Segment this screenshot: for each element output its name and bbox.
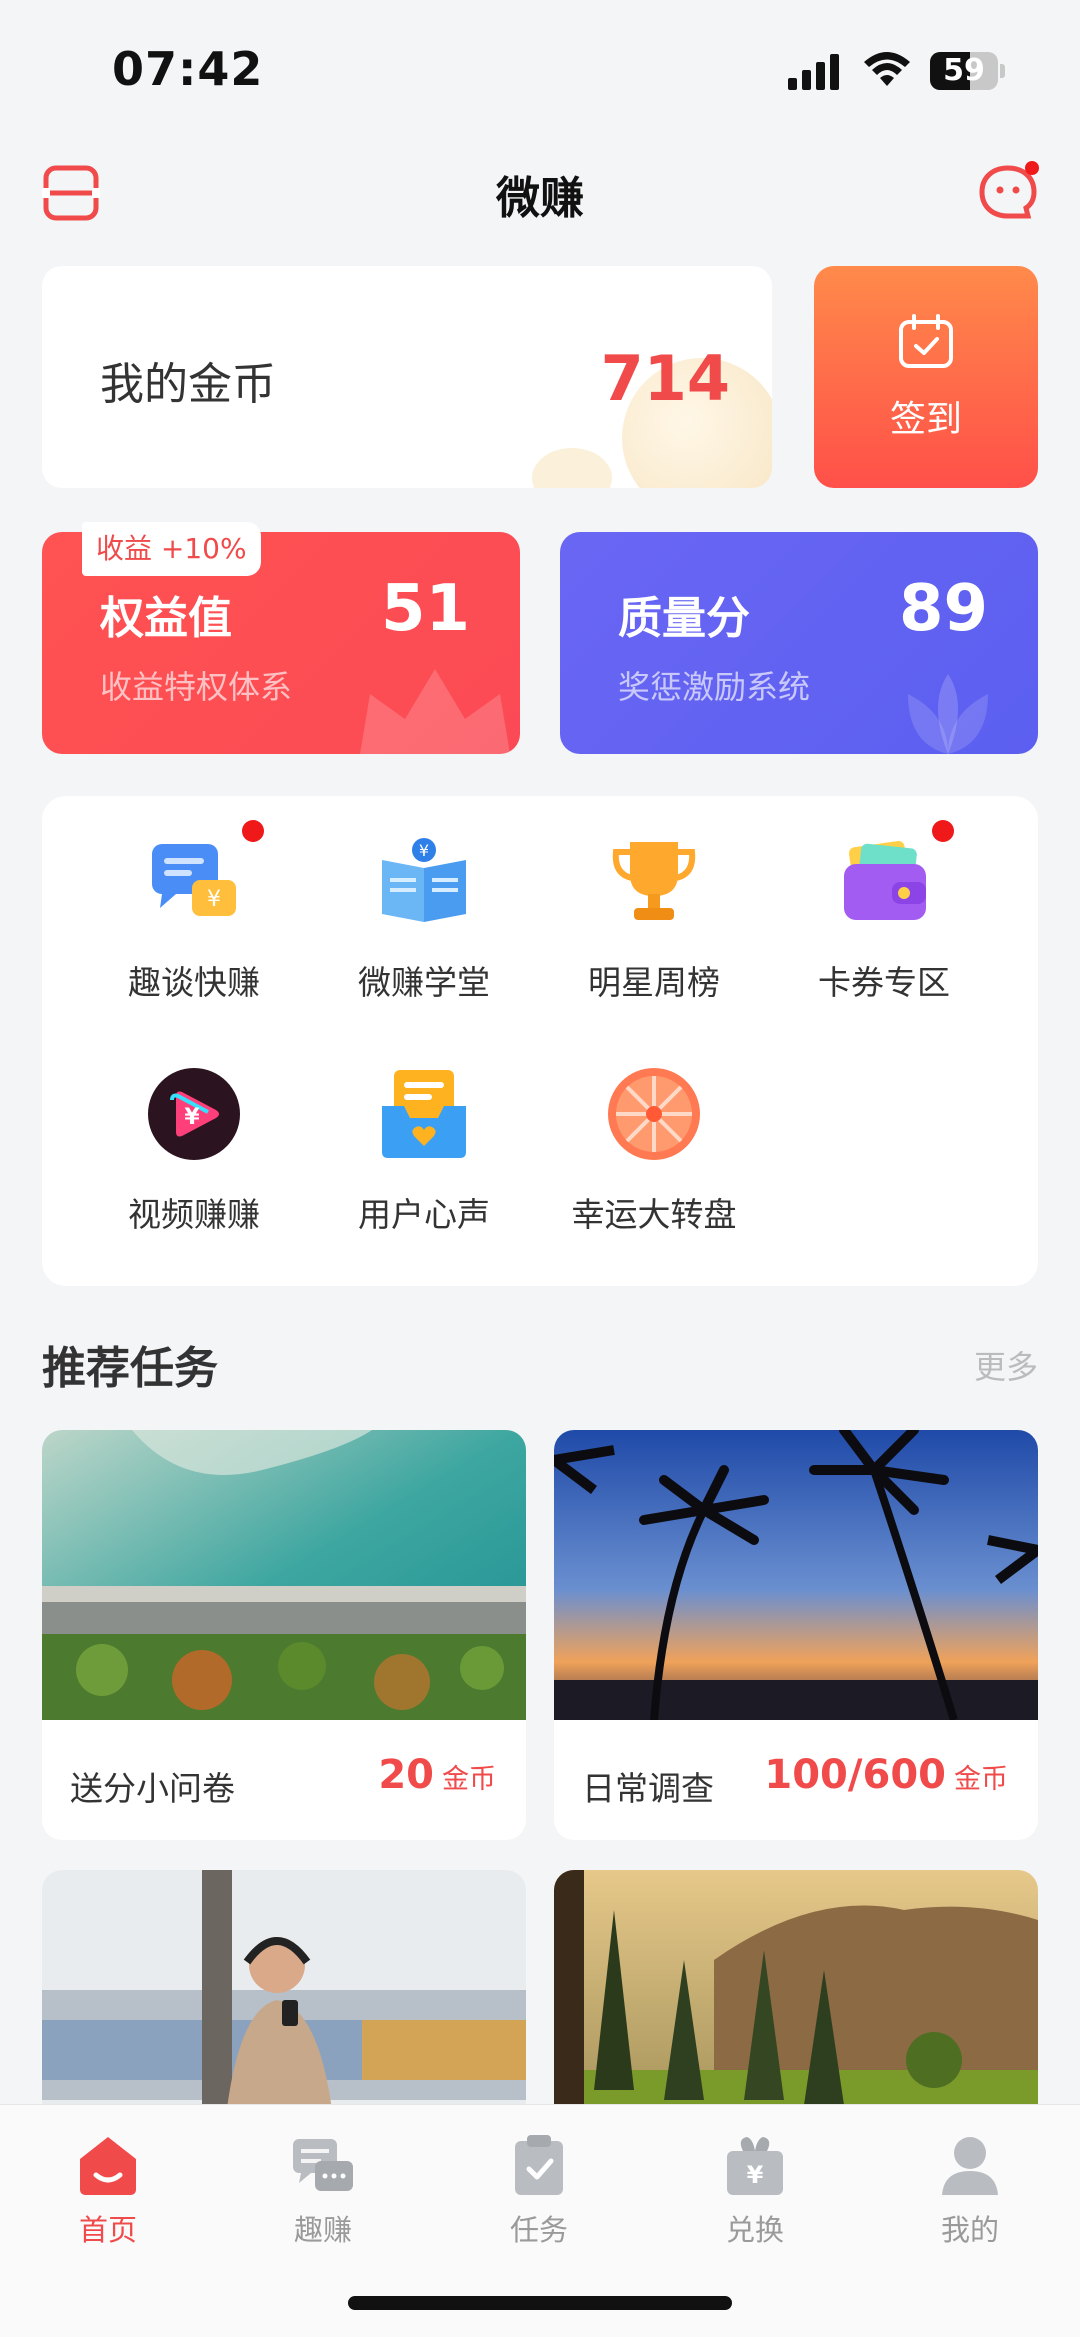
task-card[interactable]: 日常调查 100/600 金币 [554, 1430, 1038, 1840]
section-title: 推荐任务 [42, 1343, 218, 1394]
task-image-aerial-coast [42, 1430, 526, 1720]
feature-label: 视频赚赚 [128, 1195, 260, 1234]
inbox-heart-icon [382, 1070, 466, 1158]
rights-value: 51 [380, 572, 470, 646]
task-reward: 20 金币 [378, 1752, 496, 1798]
tab-exchange[interactable]: ¥ 兑换 [685, 2125, 825, 2247]
tab-label: 兑换 [725, 2213, 784, 2247]
feature-shipin-zhuanzhuan[interactable]: ¥ 视频赚赚 [94, 1028, 294, 1234]
feature-label: 明星周榜 [588, 963, 720, 1002]
message-icon[interactable] [976, 160, 1040, 224]
user-icon [942, 2137, 998, 2195]
feature-qutan-kuaizhuan[interactable]: ¥ 趣谈快赚 [94, 796, 294, 1002]
my-coins-card[interactable]: 我的金币 714 [42, 266, 772, 488]
notification-dot [242, 820, 264, 842]
tab-tasks[interactable]: 任务 [469, 2125, 609, 2247]
battery-icon: 59 [930, 52, 1006, 90]
svg-text:¥: ¥ [747, 2161, 764, 2189]
checkin-button[interactable]: 签到 [814, 266, 1038, 488]
gift-icon: ¥ [727, 2137, 783, 2195]
notification-dot [932, 820, 954, 842]
feature-label: 幸运大转盘 [571, 1195, 737, 1234]
coins-label: 我的金币 [100, 359, 276, 410]
svg-text:¥: ¥ [419, 841, 429, 860]
tab-label: 任务 [509, 2213, 568, 2247]
feature-mingxing-zhoubang[interactable]: 明星周榜 [554, 796, 754, 1002]
video-money-icon: ¥ [148, 1068, 240, 1160]
rights-title: 权益值 [100, 593, 232, 644]
feature-label: 卡券专区 [818, 963, 950, 1002]
feature-label: 用户心声 [358, 1195, 490, 1234]
wifi-icon [864, 52, 910, 86]
tab-label: 趣赚 [293, 2213, 352, 2247]
status-bar: 07:42 59 [0, 0, 1080, 140]
battery-level: 59 [943, 53, 985, 88]
task-reward: 100/600 金币 [764, 1752, 1008, 1798]
tab-label: 我的 [940, 2213, 999, 2247]
trophy-icon [612, 842, 696, 920]
tab-home[interactable]: 首页 [38, 2125, 178, 2247]
feature-label: 趣谈快赚 [128, 963, 260, 1002]
nav-bar: 微赚 [0, 140, 1080, 240]
crown-decoration [360, 669, 510, 754]
tab-mine[interactable]: 我的 [900, 2125, 1040, 2247]
task-title: 送分小问卷 [70, 1769, 235, 1808]
feature-yonghu-xinsheng[interactable]: 用户心声 [324, 1028, 524, 1234]
feature-xingyun-dazhuanpan[interactable]: 幸运大转盘 [554, 1028, 754, 1234]
rights-subtitle: 收益特权体系 [100, 668, 293, 706]
quality-value: 89 [898, 572, 988, 646]
clipboard-icon [515, 2135, 563, 2195]
status-time: 07:42 [112, 42, 264, 96]
feature-label: 微赚学堂 [358, 963, 490, 1002]
book-icon: ¥ [382, 838, 466, 922]
svg-text:¥: ¥ [184, 1105, 200, 1130]
task-card[interactable]: 送分小问卷 20 金币 [42, 1430, 526, 1840]
bonus-tag: 收益 +10% [82, 522, 261, 576]
tab-quzhuan[interactable]: 趣赚 [253, 2125, 393, 2247]
chat-money-icon: ¥ [152, 844, 236, 916]
feature-grid: ¥ 趣谈快赚 ¥ 微赚学堂 明星周榜 卡券专区 ¥ 视频赚赚 用户心声 幸运大转… [42, 796, 1038, 1286]
svg-text:¥: ¥ [207, 887, 221, 912]
task-title: 日常调查 [582, 1769, 714, 1808]
page-title: 微赚 [496, 173, 584, 224]
rights-card[interactable]: 收益 +10% 权益值 51 收益特权体系 [42, 522, 520, 754]
checkin-label: 签到 [889, 399, 962, 440]
feature-kaquan-zhuanqu[interactable]: 卡券专区 [784, 796, 984, 1002]
lotus-decoration [908, 674, 988, 754]
chat-icon [293, 2139, 353, 2191]
quality-title: 质量分 [618, 593, 750, 644]
feature-weizhuan-xuetang[interactable]: ¥ 微赚学堂 [324, 796, 524, 1002]
tab-label: 首页 [78, 2213, 137, 2247]
calendar-check-icon [899, 314, 953, 368]
lucky-wheel-icon [608, 1068, 700, 1160]
cellular-signal-icon [788, 54, 839, 90]
quality-card[interactable]: 质量分 89 奖惩激励系统 [560, 532, 1038, 754]
home-indicator[interactable] [348, 2296, 732, 2310]
task-image-palm-sunset [554, 1430, 1038, 1720]
home-icon [80, 2137, 136, 2195]
more-link[interactable]: 更多 [974, 1342, 1038, 1388]
coins-value: 714 [600, 342, 730, 415]
wallet-icon [844, 841, 926, 920]
quality-subtitle: 奖惩激励系统 [618, 668, 811, 706]
